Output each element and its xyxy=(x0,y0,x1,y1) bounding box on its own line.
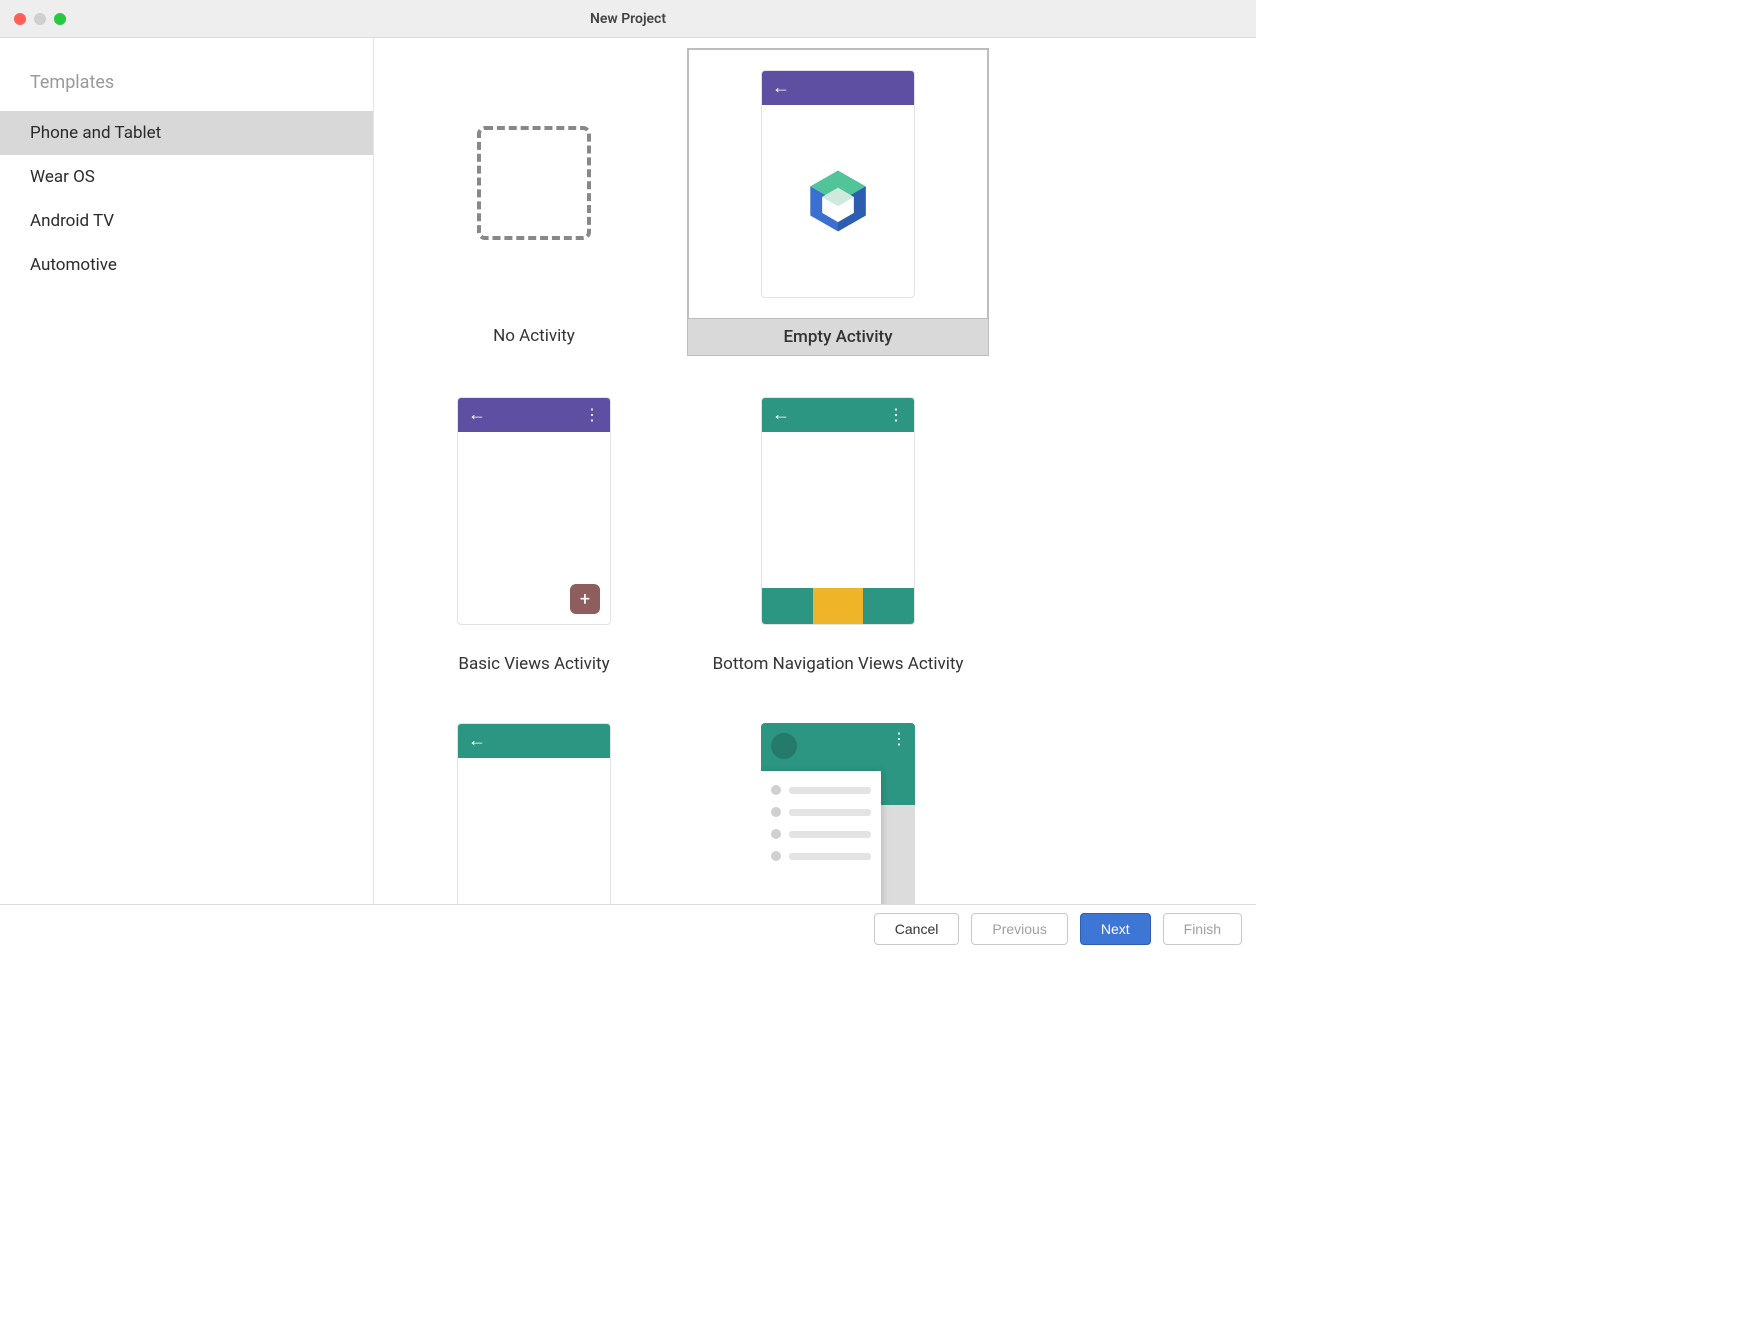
template-thumbnail: ← ⋮ xyxy=(687,376,989,646)
previous-button[interactable]: Previous xyxy=(971,913,1067,945)
window-title: New Project xyxy=(0,11,1256,27)
phone-mock: ← xyxy=(457,723,611,904)
template-bottom-navigation-views-activity[interactable]: ← ⋮ Bottom Navigation Views Activity xyxy=(687,376,989,682)
back-arrow-icon: ← xyxy=(772,406,790,424)
template-empty-views-activity[interactable]: ← Empty Views Activity xyxy=(383,702,685,904)
jetpack-compose-logo-icon xyxy=(805,168,871,234)
sidebar-item-automotive[interactable]: Automotive xyxy=(0,243,373,287)
next-button[interactable]: Next xyxy=(1080,913,1151,945)
finish-button[interactable]: Finish xyxy=(1163,913,1242,945)
app-bar: ← xyxy=(458,724,610,758)
overflow-menu-icon: ⋮ xyxy=(584,407,600,423)
app-bar: ← ⋮ xyxy=(762,398,914,432)
template-navigation-drawer-views-activity[interactable]: ⋮ + Navigation Drawer Views Activity xyxy=(687,702,989,904)
sidebar: Templates Phone and Tablet Wear OS Andro… xyxy=(0,38,374,904)
template-label: Bottom Navigation Views Activity xyxy=(713,646,964,682)
phone-mock: ← ⋮ + xyxy=(457,397,611,625)
phone-mock: ← ⋮ xyxy=(761,397,915,625)
sidebar-item-phone-and-tablet[interactable]: Phone and Tablet xyxy=(0,111,373,155)
back-arrow-icon: ← xyxy=(772,79,790,97)
overflow-menu-icon: ⋮ xyxy=(888,407,904,423)
sidebar-item-android-tv[interactable]: Android TV xyxy=(0,199,373,243)
template-thumbnail: ⋮ + xyxy=(687,702,989,904)
content-area: Templates Phone and Tablet Wear OS Andro… xyxy=(0,38,1256,904)
sidebar-item-wear-os[interactable]: Wear OS xyxy=(0,155,373,199)
navigation-drawer: + xyxy=(761,771,881,904)
template-label: No Activity xyxy=(493,318,575,354)
wizard-footer: Cancel Previous Next Finish xyxy=(0,904,1256,952)
template-basic-views-activity[interactable]: ← ⋮ + Basic Views Activity xyxy=(383,376,685,682)
cancel-button[interactable]: Cancel xyxy=(874,913,960,945)
bottom-navigation-bar xyxy=(762,588,914,624)
template-no-activity[interactable]: No Activity xyxy=(383,48,685,356)
app-bar: ← ⋮ xyxy=(458,398,610,432)
template-label: Empty Activity xyxy=(688,319,988,355)
template-label: Basic Views Activity xyxy=(458,646,609,682)
back-arrow-icon: ← xyxy=(468,732,486,750)
phone-mock: ⋮ + xyxy=(761,723,915,904)
sidebar-header: Templates xyxy=(0,72,373,111)
template-thumbnail: ← ⋮ + xyxy=(383,376,685,646)
no-activity-placeholder-icon xyxy=(477,126,591,240)
template-thumbnail: ← xyxy=(688,49,988,319)
overflow-menu-icon: ⋮ xyxy=(891,729,907,748)
template-gallery: No Activity ← xyxy=(374,38,1256,904)
fab-add-icon: + xyxy=(570,584,600,614)
back-arrow-icon: ← xyxy=(468,406,486,424)
template-thumbnail: ← xyxy=(383,702,685,904)
app-bar: ← xyxy=(762,71,914,105)
phone-mock: ← xyxy=(761,70,915,298)
titlebar: New Project xyxy=(0,0,1256,38)
template-empty-activity[interactable]: ← xyxy=(687,48,989,356)
template-thumbnail xyxy=(383,48,685,318)
